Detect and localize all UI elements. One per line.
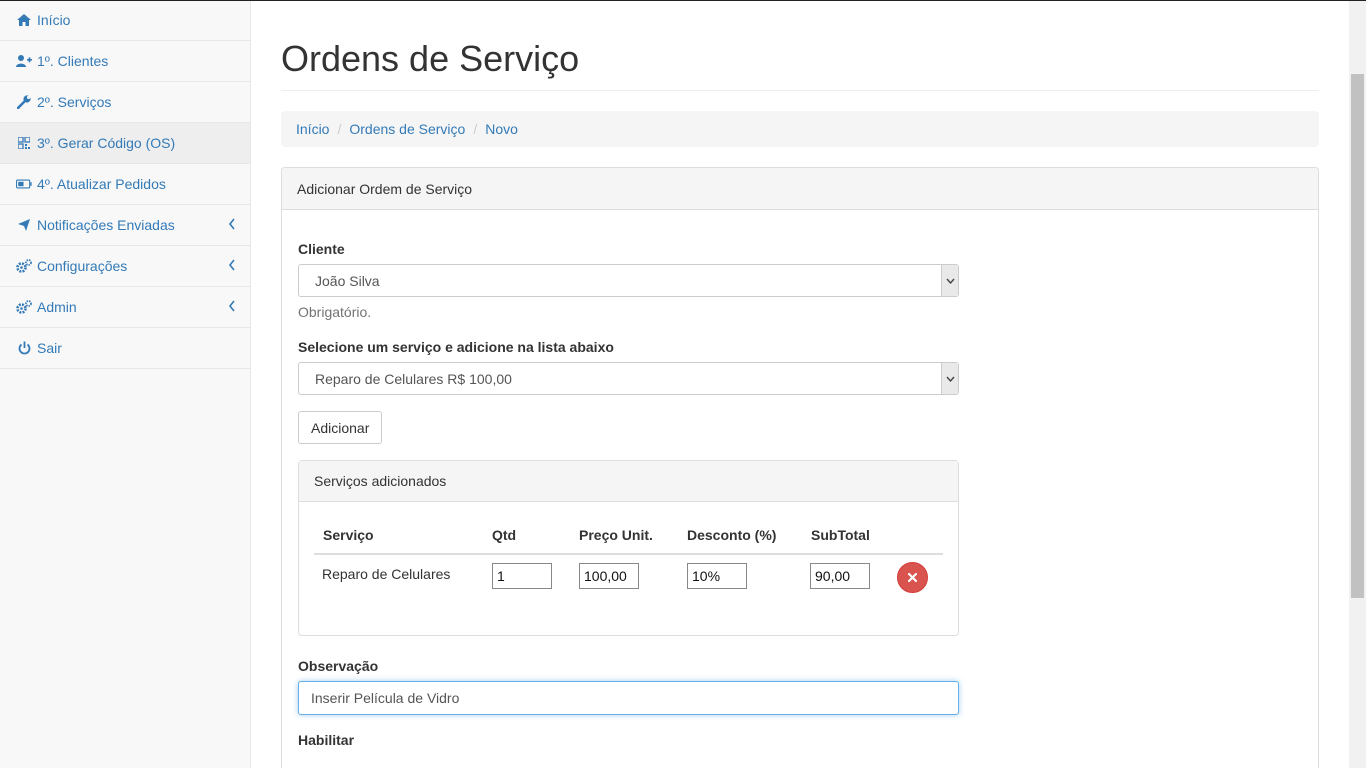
- qtd-input[interactable]: 1: [492, 563, 552, 589]
- sidebar-item-label: 1º. Clientes: [37, 53, 109, 69]
- sidebar-item-servicos[interactable]: 2º. Serviços: [0, 82, 250, 123]
- sidebar-item-notificacoes[interactable]: Notificações Enviadas: [0, 205, 250, 246]
- home-icon: [16, 13, 32, 27]
- breadcrumb-link-ordens[interactable]: Ordens de Serviço: [349, 121, 465, 137]
- close-icon: [908, 573, 917, 582]
- sidebar-item-label: 3º. Gerar Código (OS): [37, 135, 176, 151]
- cliente-help-text: Obrigatório.: [298, 304, 372, 320]
- chevron-left-icon: [228, 218, 235, 230]
- breadcrumb: Início / Ordens de Serviço / Novo: [281, 111, 1319, 147]
- panel-heading: Adicionar Ordem de Serviço: [282, 168, 1318, 210]
- breadcrumb-separator: /: [337, 121, 342, 137]
- plane-icon: [16, 218, 32, 232]
- user-plus-icon: [16, 54, 32, 68]
- column-header-preco: Preço Unit.: [579, 527, 653, 543]
- breadcrumb-link-novo[interactable]: Novo: [485, 121, 518, 137]
- table-header-divider: [314, 553, 943, 555]
- sidebar-item-atualizar-pedidos[interactable]: 4º. Atualizar Pedidos: [0, 164, 250, 205]
- servicos-adicionados-panel: Serviços adicionados Serviço Qtd Preço U…: [298, 460, 959, 636]
- column-header-servico: Serviço: [323, 527, 374, 543]
- scrollbar-thumb[interactable]: [1351, 74, 1364, 598]
- chevron-down-icon: [941, 363, 958, 394]
- sidebar-item-label: Admin: [37, 299, 77, 315]
- chevron-left-icon: [228, 259, 235, 271]
- add-order-panel: Adicionar Ordem de Serviço Cliente João …: [281, 167, 1319, 768]
- observacao-label: Observação: [298, 658, 379, 674]
- cliente-label: Cliente: [298, 241, 345, 257]
- servico-select-value: Reparo de Celulares R$ 100,00: [315, 370, 512, 387]
- sidebar: Início 1º. Clientes 2º. Serviços 3º. Ger…: [0, 0, 251, 768]
- cogs-icon: [16, 259, 32, 273]
- breadcrumb-separator: /: [473, 121, 478, 137]
- desconto-input[interactable]: 10%: [687, 563, 747, 589]
- sidebar-item-admin[interactable]: Admin: [0, 287, 250, 328]
- power-icon: [16, 341, 32, 355]
- chevron-down-icon: [941, 265, 958, 296]
- sidebar-item-label: 4º. Atualizar Pedidos: [37, 176, 166, 192]
- row-servico-name: Reparo de Celulares: [322, 566, 451, 582]
- top-border: [0, 0, 1366, 1]
- servico-select[interactable]: Reparo de Celulares R$ 100,00: [298, 362, 959, 395]
- wrench-icon: [16, 95, 32, 109]
- battery-icon: [16, 177, 32, 191]
- subtotal-input[interactable]: 90,00: [810, 563, 870, 589]
- title-divider: [281, 90, 1319, 91]
- sidebar-item-label: Notificações Enviadas: [37, 217, 175, 233]
- chevron-left-icon: [228, 300, 235, 312]
- cliente-select-value: João Silva: [315, 272, 380, 289]
- qrcode-icon: [16, 136, 32, 150]
- column-header-qtd: Qtd: [492, 527, 517, 543]
- cogs-icon: [16, 300, 32, 314]
- page-scrollbar[interactable]: [1349, 0, 1366, 768]
- page-title: Ordens de Serviço: [281, 38, 580, 79]
- sidebar-item-configuracoes[interactable]: Configurações: [0, 246, 250, 287]
- servico-label: Selecione um serviço e adicione na lista…: [298, 339, 614, 355]
- sidebar-item-label: Início: [37, 12, 71, 28]
- sidebar-item-gerar-codigo[interactable]: 3º. Gerar Código (OS): [0, 123, 250, 164]
- servicos-panel-heading: Serviços adicionados: [299, 461, 958, 502]
- sidebar-item-sair[interactable]: Sair: [0, 328, 250, 369]
- breadcrumb-link-inicio[interactable]: Início: [296, 121, 329, 137]
- sidebar-item-label: Configurações: [37, 258, 128, 274]
- sidebar-item-clientes[interactable]: 1º. Clientes: [0, 41, 250, 82]
- column-header-desconto: Desconto (%): [687, 527, 777, 543]
- sidebar-item-label: 2º. Serviços: [37, 94, 112, 110]
- observacao-input[interactable]: Inserir Película de Vidro: [298, 681, 959, 715]
- sidebar-item-inicio[interactable]: Início: [0, 0, 250, 41]
- column-header-subtotal: SubTotal: [811, 527, 870, 543]
- habilitar-label: Habilitar: [298, 732, 355, 748]
- sidebar-item-label: Sair: [37, 340, 62, 356]
- remove-service-button[interactable]: [897, 562, 928, 593]
- adicionar-button[interactable]: Adicionar: [298, 411, 383, 444]
- preco-input[interactable]: 100,00: [579, 563, 639, 589]
- cliente-select[interactable]: João Silva: [298, 264, 959, 297]
